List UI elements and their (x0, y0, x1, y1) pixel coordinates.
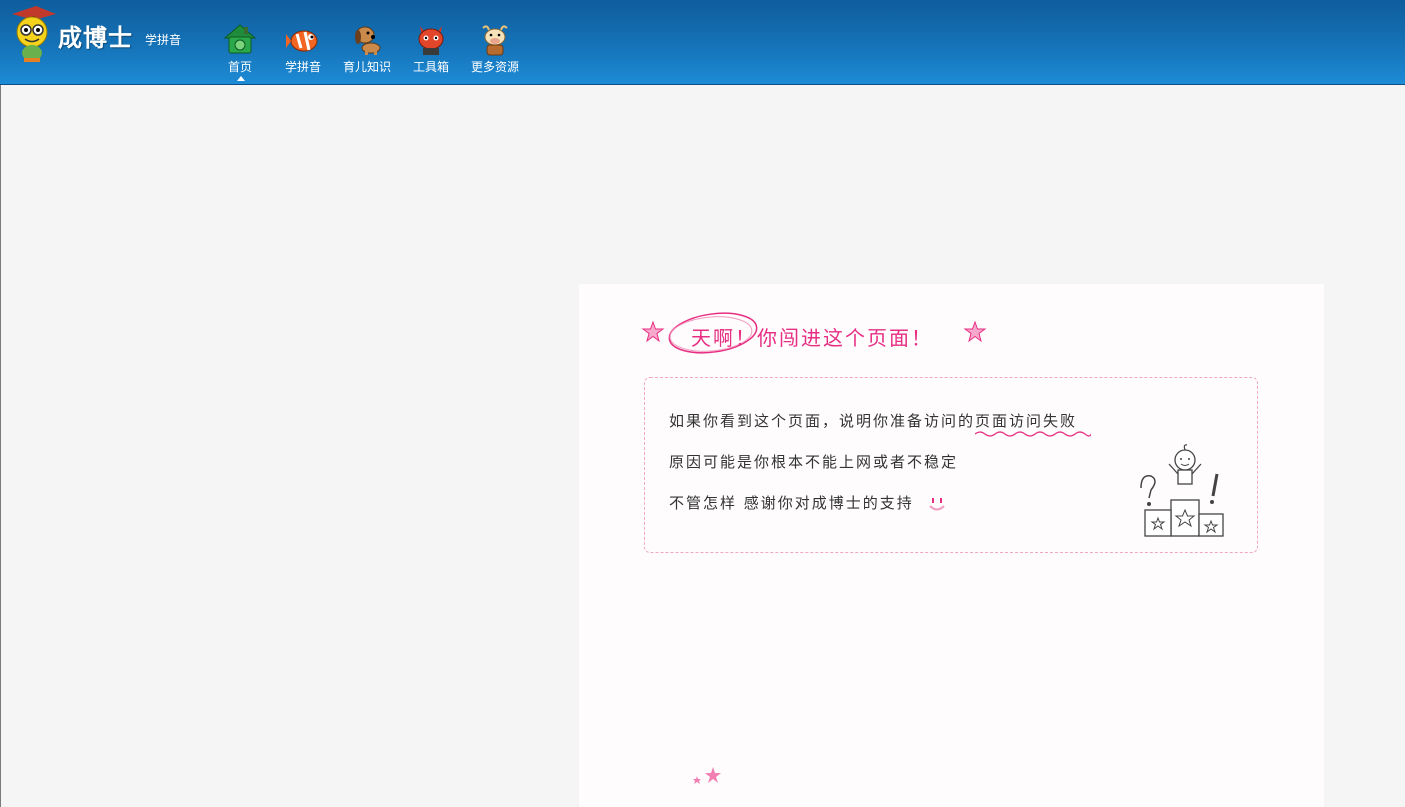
error-panel: 天啊！你闯进这个页面！ 如果你看到这个页面，说明你准备访问的页面访问失败 原因可… (579, 284, 1324, 807)
brand-subtitle: 学拼音 (145, 33, 182, 47)
nav-item-home[interactable]: 首页 (210, 22, 270, 75)
brand-name[interactable]: 成博士 (58, 18, 133, 53)
nav-item-pinyin[interactable]: 学拼音 (273, 22, 333, 75)
pink-stars-decoration-icon (693, 767, 721, 784)
nav-item-more-resources[interactable]: 更多资源 (465, 22, 525, 75)
error-line-1-highlight: 页面访问失败 (975, 412, 1092, 437)
nav-label-pinyin: 学拼音 (284, 60, 321, 74)
active-nav-indicator (237, 76, 245, 81)
pink-star-right-icon (963, 320, 987, 343)
error-message-box: 如果你看到这个页面，说明你准备访问的页面访问失败 原因可能是你根本不能上网或者不… (644, 377, 1258, 553)
top-navigation-bar: 成博士 学拼音 首页 学拼音 育儿知识 工具箱 更多资源 (0, 0, 1405, 85)
error-message-line-2: 原因可能是你根本不能上网或者不稳定 (669, 453, 959, 471)
cow-icon (482, 25, 508, 56)
home-icon (223, 24, 257, 54)
error-line-1-prefix: 如果你看到这个页面，说明你准备访问的 (669, 412, 976, 430)
smiley-face-icon (928, 498, 945, 511)
error-line-3-text: 不管怎样 感谢你对成博士的支持 (669, 494, 914, 512)
pink-wave-underline-icon (975, 431, 1092, 437)
fish-icon (286, 30, 318, 52)
error-line-1-highlight-text: 页面访问失败 (975, 412, 1078, 430)
child-on-podium-illustration-icon (1140, 444, 1224, 537)
doctor-mascot-logo-icon[interactable] (6, 4, 58, 64)
error-message-line-1: 如果你看到这个页面，说明你准备访问的页面访问失败 (669, 410, 1092, 437)
dog-icon (355, 26, 381, 55)
nav-item-toolbox[interactable]: 工具箱 (401, 22, 461, 75)
cat-icon (418, 26, 444, 55)
nav-item-parenting[interactable]: 育儿知识 (337, 22, 397, 75)
error-title: 天啊！你闯进这个页面！ (691, 316, 933, 356)
error-title-text: 天啊！你闯进这个页面！ (691, 325, 933, 350)
page-left-border (0, 85, 1, 807)
nav-label-more-resources: 更多资源 (470, 60, 519, 74)
nav-label-toolbox: 工具箱 (412, 60, 449, 74)
nav-label-parenting: 育儿知识 (342, 60, 391, 74)
nav-label-home: 首页 (227, 60, 252, 74)
pink-star-left-icon (641, 320, 665, 343)
error-message-line-3: 不管怎样 感谢你对成博士的支持 (669, 492, 947, 514)
